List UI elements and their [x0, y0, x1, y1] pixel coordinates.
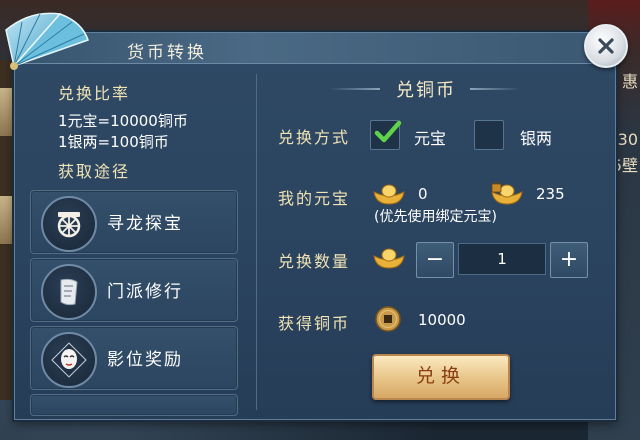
mask-icon — [41, 332, 97, 388]
dialog-title: 货币转换 — [127, 43, 207, 63]
exchange-button[interactable]: 兑换 — [372, 354, 510, 400]
copper-coin-icon — [375, 306, 401, 332]
background-text: 30 — [617, 130, 638, 149]
exchange-header: 兑铜币 — [396, 80, 456, 101]
panel-divider — [256, 74, 257, 410]
yuanbao-icon — [373, 184, 405, 205]
close-icon — [598, 38, 614, 54]
my-yuanbao-label: 我的元宝 — [278, 189, 351, 208]
bound-yuanbao-value: 235 — [536, 185, 565, 203]
wheel-icon — [41, 196, 97, 252]
path-menpai-button[interactable]: 门派修行 — [30, 258, 238, 322]
priority-hint: (优先使用绑定元宝) — [374, 209, 497, 225]
close-button[interactable] — [584, 24, 628, 68]
scroll-icon — [41, 264, 97, 320]
yinliang-checkbox[interactable] — [474, 120, 504, 150]
get-coins-value: 10000 — [418, 311, 466, 329]
source-title: 获取途径 — [58, 162, 131, 181]
header-ornament — [470, 88, 520, 90]
yuanbao-icon — [373, 248, 405, 269]
header-ornament — [330, 88, 380, 90]
my-yuanbao-value: 0 — [418, 185, 428, 203]
path-label: 门派修行 — [107, 282, 183, 302]
path-xunlong-button[interactable]: 寻龙探宝 — [30, 190, 238, 254]
rate-line: 1银两=100铜币 — [58, 133, 169, 151]
path-label: 寻龙探宝 — [107, 214, 183, 234]
quantity-label: 兑换数量 — [278, 252, 351, 271]
get-coins-label: 获得铜币 — [278, 314, 351, 333]
fan-icon — [5, 12, 89, 70]
option-yuanbao-label: 元宝 — [414, 129, 447, 148]
dialog-titlebar: 货币转换 — [15, 33, 615, 64]
rate-title: 兑换比率 — [58, 84, 131, 103]
path-label: 影位奖励 — [107, 350, 183, 370]
option-yinliang-label: 银两 — [520, 129, 553, 148]
quantity-minus-button[interactable]: − — [416, 242, 454, 278]
quantity-input[interactable] — [458, 243, 546, 275]
path-yingwei-button[interactable]: 影位奖励 — [30, 326, 238, 390]
bound-yuanbao-icon — [491, 182, 523, 205]
rate-line: 1元宝=10000铜币 — [58, 112, 188, 130]
yuanbao-checkbox[interactable] — [370, 120, 402, 150]
background-text: 惠 — [621, 72, 638, 91]
quantity-plus-button[interactable]: + — [550, 242, 588, 278]
method-label: 兑换方式 — [278, 128, 351, 147]
path-more-button[interactable] — [30, 394, 238, 416]
check-icon — [374, 120, 402, 143]
